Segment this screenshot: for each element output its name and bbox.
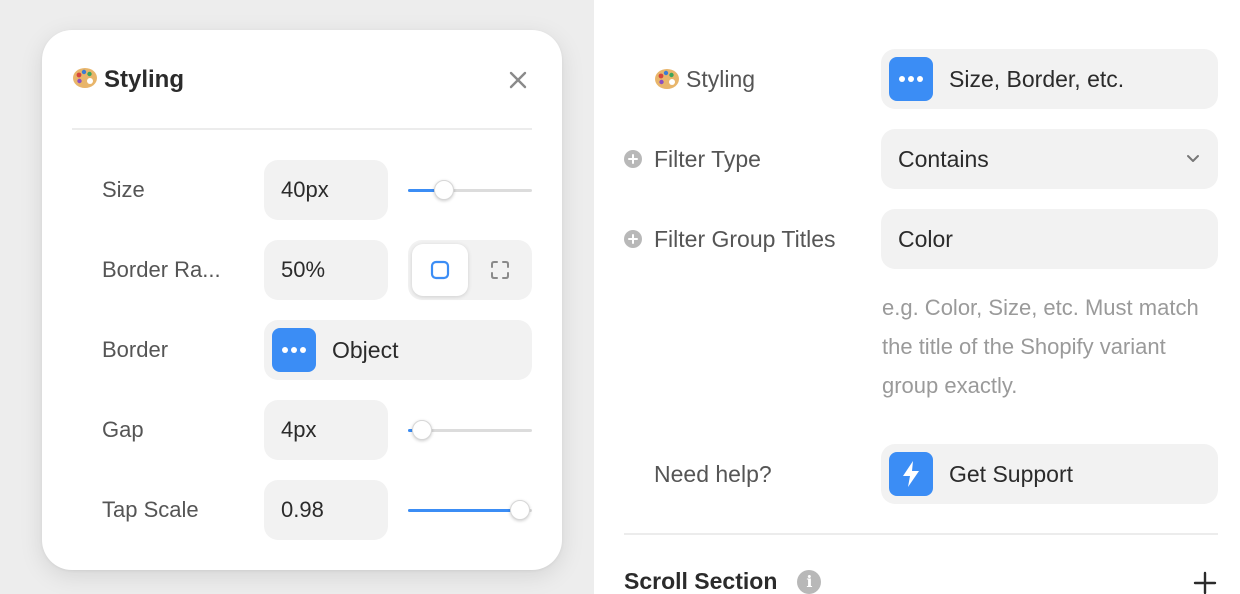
tap-scale-label: Tap Scale	[102, 497, 199, 522]
border-radius-input[interactable]: 50%	[264, 240, 388, 300]
close-button[interactable]	[504, 66, 532, 94]
filter-type-label-row: Filter Type	[624, 144, 761, 174]
corners-icon	[491, 261, 509, 279]
size-input[interactable]: 40px	[264, 160, 388, 220]
styling-popover: Styling Size 40px Border Ra... 50% Borde…	[42, 30, 562, 570]
need-help-label: Need help?	[654, 460, 772, 487]
filter-group-titles-value: Color	[898, 225, 953, 252]
styling-label-row: Styling	[654, 64, 755, 94]
palette-icon	[654, 67, 680, 91]
size-row: Size 40px	[102, 160, 532, 220]
close-icon	[509, 71, 527, 89]
scroll-section-header[interactable]: Scroll Section i	[624, 568, 822, 594]
add-section-icon[interactable]	[1193, 571, 1217, 594]
radius-mode-toggle	[408, 240, 532, 300]
popover-header: Styling	[72, 66, 532, 94]
gap-row: Gap 4px	[102, 400, 532, 460]
filter-group-titles-label: Filter Group Titles	[654, 225, 836, 252]
filter-group-titles-help: e.g. Color, Size, etc. Must match the ti…	[882, 295, 1199, 398]
scroll-section-title: Scroll Section	[624, 568, 778, 594]
popover-divider	[72, 128, 532, 130]
palette-icon	[72, 66, 98, 95]
styling-label: Styling	[686, 65, 756, 92]
filter-type-select[interactable]: Contains	[881, 129, 1218, 189]
gap-slider[interactable]	[408, 420, 532, 440]
get-support-label: Get Support	[949, 460, 1074, 487]
size-label: Size	[102, 177, 145, 202]
filter-group-titles-input[interactable]: Color	[881, 209, 1218, 269]
gap-input[interactable]: 4px	[264, 400, 388, 460]
uniform-radius-button[interactable]	[412, 244, 468, 296]
styling-button[interactable]: Size, Border, etc.	[881, 49, 1218, 109]
border-label: Border	[102, 337, 169, 362]
border-object-button[interactable]: Object	[264, 320, 532, 380]
gap-label: Gap	[102, 417, 144, 442]
border-radius-label: Border Ra...	[102, 257, 221, 282]
border-row: Border Object	[102, 320, 532, 380]
filter-type-value: Contains	[898, 145, 989, 172]
popover-title: Styling	[104, 66, 185, 93]
filter-group-titles-label-row: Filter Group Titles	[624, 224, 836, 254]
add-circle-icon[interactable]	[624, 150, 642, 168]
lightning-icon	[889, 452, 933, 496]
styling-value: Size, Border, etc.	[949, 65, 1125, 92]
tap-scale-input[interactable]: 0.98	[264, 480, 388, 540]
border-value: Object	[332, 336, 399, 363]
individual-corners-button[interactable]	[472, 244, 528, 296]
more-dots-icon	[272, 328, 316, 372]
filter-type-label: Filter Type	[654, 145, 761, 172]
tap-scale-slider-thumb[interactable]	[509, 500, 530, 520]
tap-scale-slider[interactable]	[408, 500, 532, 520]
gap-slider-thumb[interactable]	[411, 420, 432, 440]
rounded-square-icon	[430, 260, 450, 280]
size-slider[interactable]	[408, 180, 532, 200]
info-icon[interactable]: i	[797, 569, 822, 594]
section-divider	[624, 533, 1218, 535]
get-support-button[interactable]: Get Support	[881, 444, 1218, 504]
border-radius-row: Border Ra... 50%	[102, 240, 532, 300]
tap-scale-row: Tap Scale 0.98	[102, 480, 532, 540]
chevron-down-icon	[1187, 155, 1199, 162]
add-circle-icon[interactable]	[624, 230, 642, 248]
size-slider-thumb[interactable]	[433, 180, 454, 200]
more-dots-icon	[889, 57, 933, 101]
